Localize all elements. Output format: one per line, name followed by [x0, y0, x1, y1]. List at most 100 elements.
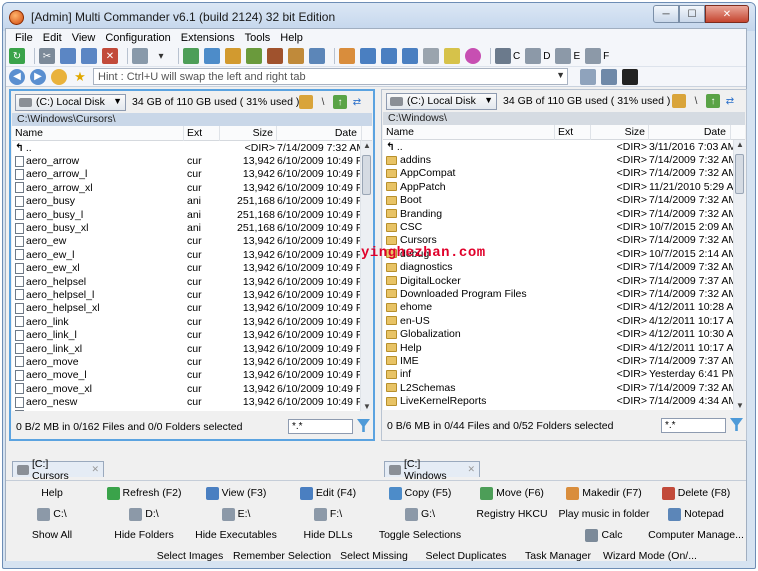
menu-tools[interactable]: Tools	[240, 32, 276, 44]
scroll-down-icon[interactable]: ▼	[363, 402, 371, 411]
right-file-list[interactable]: ↰.. <DIR> 3/11/2016 7:03 AM addins <DIR> 7…	[383, 140, 745, 410]
scroll-thumb[interactable]	[735, 154, 744, 194]
parent-dir-row[interactable]: ↰.. <DIR> 7/14/2009 7:32 AM	[12, 141, 372, 154]
menu-configuration[interactable]: Configuration	[100, 32, 175, 44]
layout-icon[interactable]	[132, 48, 148, 64]
left-scrollbar[interactable]: ▲ ▼	[360, 141, 372, 411]
user-button-copy-f5[interactable]: Copy (F5)	[374, 483, 466, 503]
right-drive-select[interactable]: (C:) Local Disk ▼	[386, 92, 497, 110]
file-row[interactable]: aero_arrow_xl cur 13,942 6/10/2009 10:49 PM	[12, 181, 372, 194]
column-ext[interactable]: Ext	[555, 124, 591, 140]
menu-view[interactable]: View	[67, 32, 101, 44]
console-icon[interactable]	[622, 68, 638, 85]
parent-folder-icon[interactable]: ↑	[706, 94, 720, 108]
unpack-icon[interactable]	[288, 48, 304, 64]
user-button-show-all[interactable]: Show All	[6, 525, 98, 545]
column-name[interactable]: Name	[383, 124, 555, 140]
column-size[interactable]: Size	[591, 124, 649, 140]
folder-row[interactable]: AppCompat <DIR> 7/14/2009 7:32 AM	[383, 167, 745, 180]
chevron-down-icon[interactable]: ▼	[113, 96, 122, 106]
folder-row[interactable]: IME <DIR> 7/14/2009 7:37 AM	[383, 354, 745, 367]
user-button-hide-dlls[interactable]: Hide DLLs	[282, 525, 374, 545]
swap-icon[interactable]: ⇄	[723, 94, 737, 108]
folder-row[interactable]: Globalization <DIR> 4/12/2011 10:30 AM	[383, 327, 745, 340]
folder-row[interactable]: Downloaded Program Files <DIR> 7/14/2009 7…	[383, 287, 745, 300]
title-bar[interactable]: [Admin] Multi Commander v6.1 (build 2124…	[3, 3, 755, 31]
file-row[interactable]: aero_link_l cur 13,942 6/10/2009 10:49 PM	[12, 328, 372, 341]
user-button-move-f6[interactable]: Move (F6)	[466, 483, 558, 503]
forward-icon[interactable]: ▶	[30, 68, 46, 85]
compare-icon[interactable]	[309, 48, 325, 64]
file-row[interactable]: aero_move_xl cur 13,942 6/10/2009 10:49 PM	[12, 382, 372, 395]
user-button-edit-f4[interactable]: Edit (F4)	[282, 483, 374, 503]
folder-row[interactable]: L2Schemas <DIR> 7/14/2009 7:32 AM	[383, 381, 745, 394]
file-row[interactable]: aero_busy_xl ani 251,168 6/10/2009 10:49 PM	[12, 221, 372, 234]
folder-row[interactable]: Logs <DIR>1/14/2016 9:24 PM	[383, 408, 745, 411]
chevron-down-icon[interactable]: ▾	[153, 48, 169, 64]
folder-row[interactable]: inf <DIR> Yesterday 6:41 PM	[383, 368, 745, 381]
move-file-icon[interactable]	[225, 48, 241, 64]
folder-row[interactable]: CSC <DIR> 10/7/2015 2:09 AM	[383, 220, 745, 233]
new-file-icon[interactable]	[183, 48, 199, 64]
scroll-down-icon[interactable]: ▼	[736, 401, 744, 410]
file-row[interactable]: aero_busy ani 251,168 6/10/2009 10:49 PM	[12, 195, 372, 208]
folder-icon[interactable]	[339, 48, 355, 64]
menu-help[interactable]: Help	[275, 32, 308, 44]
left-drive-select[interactable]: (C:) Local Disk ▼	[15, 93, 126, 111]
file-row[interactable]: aero_ew cur 13,942 6/10/2009 10:49 PM	[12, 235, 372, 248]
drive-e-button[interactable]: E	[555, 48, 580, 64]
history-icon[interactable]	[51, 68, 67, 85]
refresh-icon[interactable]: ↻	[9, 48, 25, 64]
view-icon[interactable]	[381, 48, 397, 64]
drive-c-button[interactable]: C	[495, 48, 520, 64]
folder-row[interactable]: addins <DIR> 7/14/2009 7:32 AM	[383, 153, 745, 166]
root-icon[interactable]: \	[689, 94, 703, 108]
file-row[interactable]: aero_link cur 13,942 6/10/2009 10:49 PM	[12, 315, 372, 328]
chevron-down-icon[interactable]: ▼	[556, 70, 565, 80]
menu-file[interactable]: File	[10, 32, 38, 44]
user-button-c[interactable]: C:\	[6, 504, 98, 524]
menu-extensions[interactable]: Extensions	[176, 32, 240, 44]
chevron-down-icon[interactable]: ▼	[484, 95, 493, 105]
close-button[interactable]: ✕	[705, 5, 749, 23]
copy-icon[interactable]	[60, 48, 76, 64]
user-button-registry-hkcu[interactable]: Registry HKCU	[466, 504, 558, 524]
user-button-view-f3[interactable]: View (F3)	[190, 483, 282, 503]
edit-icon[interactable]	[402, 48, 418, 64]
file-row[interactable]: aero_move_l cur 13,942 6/10/2009 10:49 PM	[12, 369, 372, 382]
parent-dir-row[interactable]: ↰.. <DIR> 3/11/2016 7:03 AM	[383, 140, 745, 153]
user-button-calc[interactable]: Calc	[558, 525, 650, 545]
folder-row[interactable]: diagnostics <DIR> 7/14/2009 7:32 AM	[383, 261, 745, 274]
user-button-help[interactable]: Help	[6, 483, 98, 503]
delete-icon[interactable]: ✕	[102, 48, 118, 64]
column-date[interactable]: Date	[277, 125, 362, 141]
column-size[interactable]: Size	[220, 125, 277, 141]
tab-left-cursors[interactable]: [C:] Cursors ✕	[12, 458, 104, 482]
copy-file-icon[interactable]	[204, 48, 220, 64]
user-button-toggle-selections[interactable]: Toggle Selections	[374, 525, 466, 545]
tab-right-windows[interactable]: [C:] Windows ✕	[384, 458, 480, 482]
folder-row[interactable]: Help <DIR> 4/12/2011 10:17 AM	[383, 341, 745, 354]
swap-icon[interactable]: ⇄	[350, 95, 364, 109]
folder-tree-icon[interactable]	[299, 95, 313, 109]
scroll-thumb[interactable]	[362, 155, 371, 195]
user-button-play-music-in-folder[interactable]: Play music in folder	[558, 504, 650, 524]
file-row[interactable]: aero_helpsel_xl cur 13,942 6/10/2009 10:49 …	[12, 302, 372, 315]
file-row[interactable]: aero_arrow cur 13,942 6/10/2009 10:49 PM	[12, 154, 372, 167]
color-icon[interactable]	[465, 48, 481, 64]
folder-row[interactable]: Branding <DIR> 7/14/2009 7:32 AM	[383, 207, 745, 220]
user-button-f[interactable]: F:\	[282, 504, 374, 524]
close-tab-icon[interactable]: ✕	[467, 464, 475, 475]
file-row[interactable]: aero_link_xl cur 13,942 6/10/2009 10:49 PM	[12, 342, 372, 355]
folder-row[interactable]: Boot <DIR> 7/14/2009 7:32 AM	[383, 194, 745, 207]
minimize-button[interactable]: ─	[653, 5, 679, 23]
user-button-makedir-f7[interactable]: Makedir (F7)	[558, 483, 650, 503]
pack-icon[interactable]	[267, 48, 283, 64]
file-row[interactable]: aero_ew_l cur 13,942 6/10/2009 10:49 PM	[12, 248, 372, 261]
pen-icon[interactable]	[444, 48, 460, 64]
root-icon[interactable]: \	[316, 95, 330, 109]
file-row[interactable]: aero_nesw cur 13,942 6/10/2009 10:49 PM	[12, 395, 372, 408]
doc-icon[interactable]	[601, 68, 617, 85]
command-line-input[interactable]: Hint : Ctrl+U will swap the left and rig…	[93, 68, 568, 85]
script-icon[interactable]	[580, 68, 596, 85]
